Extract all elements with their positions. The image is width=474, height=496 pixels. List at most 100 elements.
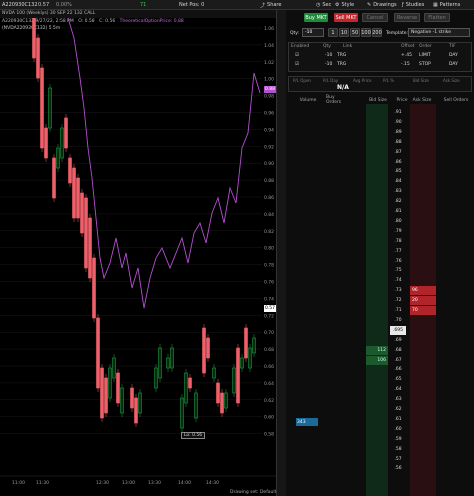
ladder-price-cell[interactable]: .59 [390,435,406,444]
bracket-table: Enabled Qty Link Offset Order TIF ☑ -10 TRG +.45… [288,42,472,72]
price-axis-label: 0.62 [264,398,274,404]
bid-size-cell[interactable]: 106 [366,355,388,365]
ladder-price-cell[interactable]: .79 [390,227,406,236]
symbol-field[interactable]: A220930C132 [2,2,38,8]
ladder-price-cell[interactable]: .62 [390,405,406,414]
ladder-price-cell[interactable]: .73 [390,286,406,295]
ladder-price-cell[interactable]: .90 [390,118,406,127]
position-stats: P/L Open P/L Day Avg Price P/L % Bid Size Ask… [288,76,472,92]
style-button[interactable]: ⚙ Style [335,1,354,9]
ladder-price-cell[interactable]: .56 [390,464,406,473]
bracket-header: Offset [401,44,415,49]
ladder-column-header[interactable]: Volume [296,96,320,104]
ladder-price-cell[interactable]: .86 [390,158,406,167]
patterns-button[interactable]: ▦ Patterns [433,1,460,9]
bracket-tif[interactable]: DAY [449,62,458,67]
ladder-price-cell[interactable]: .695 [390,325,406,335]
ladder-price-cell[interactable]: .70 [390,316,406,325]
ladder-price-cell[interactable]: .60 [390,425,406,434]
template-select[interactable]: Negative -1 strike [408,28,470,37]
studies-button[interactable]: ƒ Studies [402,1,424,9]
bracket-enabled-checkbox[interactable]: ☑ [295,62,299,67]
ladder-price-cell[interactable]: .57 [390,455,406,464]
ladder-price-cell[interactable]: .88 [390,138,406,147]
qty-preset-button[interactable]: 50 [350,28,360,37]
qty-input[interactable]: -10 [302,28,324,37]
bracket-link[interactable]: TRG [337,62,346,67]
ladder-price-cell[interactable]: .68 [390,346,406,355]
bid-column-bg [366,104,388,496]
ladder-price-cell[interactable]: .84 [390,177,406,186]
buy-mkt-button[interactable]: Buy MKT [304,13,328,22]
stats-value: N/A [337,84,349,91]
ladder-price-cell[interactable]: .75 [390,266,406,275]
panel-divider[interactable] [276,10,286,496]
ladder-column-header[interactable]: Ask Size [410,96,434,104]
theo-price-tag: 0.88 [264,86,276,93]
sell-mkt-button[interactable]: Sell MKT [334,13,358,22]
bracket-offset[interactable]: +.45 [401,53,412,58]
ladder-price-cell[interactable]: .66 [390,365,406,374]
ladder-price-cell[interactable]: .87 [390,148,406,157]
cancel-button[interactable]: Cancel [362,13,388,22]
price-axis-label: 0.58 [264,432,274,438]
price-axis-label: 0.70 [264,330,274,336]
ladder-price-cell[interactable]: .69 [390,336,406,345]
bracket-offset[interactable]: -.15 [401,62,410,67]
ask-size-cell[interactable]: 20 [410,296,436,306]
price-axis-label: 0.78 [264,263,274,269]
price-chart[interactable]: A220930C132 9/27/22, 2:58 PM O: 0.58 C: … [0,18,276,496]
ladder-price-cell[interactable]: .85 [390,167,406,176]
ladder-price-cell[interactable]: .67 [390,356,406,365]
ladder-price-cell[interactable]: .83 [390,187,406,196]
ladder-price-cell[interactable]: .77 [390,247,406,256]
ladder-price-cell[interactable]: .63 [390,395,406,404]
price-axis-label: 0.84 [264,212,274,218]
qty-preset-button[interactable]: 100 [361,28,371,37]
ladder-price-cell[interactable]: .80 [390,217,406,226]
bracket-order-type[interactable]: STOP [419,62,431,67]
qty-preset-button[interactable]: 10 [339,28,349,37]
price-axis-label: 0.80 [264,246,274,252]
ladder-price-cell[interactable]: .89 [390,128,406,137]
stats-label: Bid Size [413,78,429,83]
ladder-price-cell[interactable]: .76 [390,257,406,266]
sec-button[interactable]: ◷ Sec [316,1,331,9]
ladder-price-cell[interactable]: .58 [390,445,406,454]
delta-value: 71 [140,2,147,8]
ask-size-cell[interactable]: 96 [410,286,436,296]
bracket-qty[interactable]: -10 [325,53,332,58]
stats-label: Ask Size [443,78,460,83]
time-axis: 11:00 11:30 12:30 13:00 13:30 14:00 14:30 [12,480,219,486]
drawing-set-label[interactable]: Drawing set: Default [230,490,276,495]
ladder-price-cell[interactable]: .61 [390,415,406,424]
flatten-button[interactable]: Flatten [424,13,450,22]
bracket-order-type[interactable]: LIMIT [419,53,431,58]
qty-preset-button[interactable]: 1 [328,28,338,37]
bracket-link[interactable]: TRG [337,53,346,58]
bracket-header: Order [419,44,432,49]
reverse-button[interactable]: Reverse [394,13,420,22]
ladder-price-cell[interactable]: .78 [390,237,406,246]
ladder-price-cell[interactable]: .81 [390,207,406,216]
qty-preset-button[interactable]: 200 [372,28,382,37]
ladder-column-header[interactable]: Sell Orders [440,96,472,104]
template-label: Template: [386,31,409,36]
ladder-column-header[interactable]: Bid Size [366,96,390,104]
bracket-tif[interactable]: DAY [449,53,458,58]
share-button[interactable]: ⤴ Share [260,1,281,9]
ladder-price-cell[interactable]: .74 [390,276,406,285]
ladder-price-cell[interactable]: .71 [390,306,406,315]
ladder-price-cell[interactable]: .82 [390,197,406,206]
ladder-price-cell[interactable]: .91 [390,108,406,117]
ladder-price-cell[interactable]: .64 [390,385,406,394]
ladder-column-header[interactable]: Buy Orders [326,95,350,105]
ladder-price-cell[interactable]: .65 [390,375,406,384]
bid-size-cell[interactable]: 112 [366,345,388,355]
ask-size-cell[interactable]: 70 [410,306,436,315]
price-axis-label: 0.90 [264,161,274,167]
bracket-qty[interactable]: -10 [325,62,332,67]
ladder-price-cell[interactable]: .72 [390,296,406,305]
bracket-enabled-checkbox[interactable]: ☑ [295,53,299,58]
drawings-button[interactable]: ✎ Drawings [367,1,397,9]
